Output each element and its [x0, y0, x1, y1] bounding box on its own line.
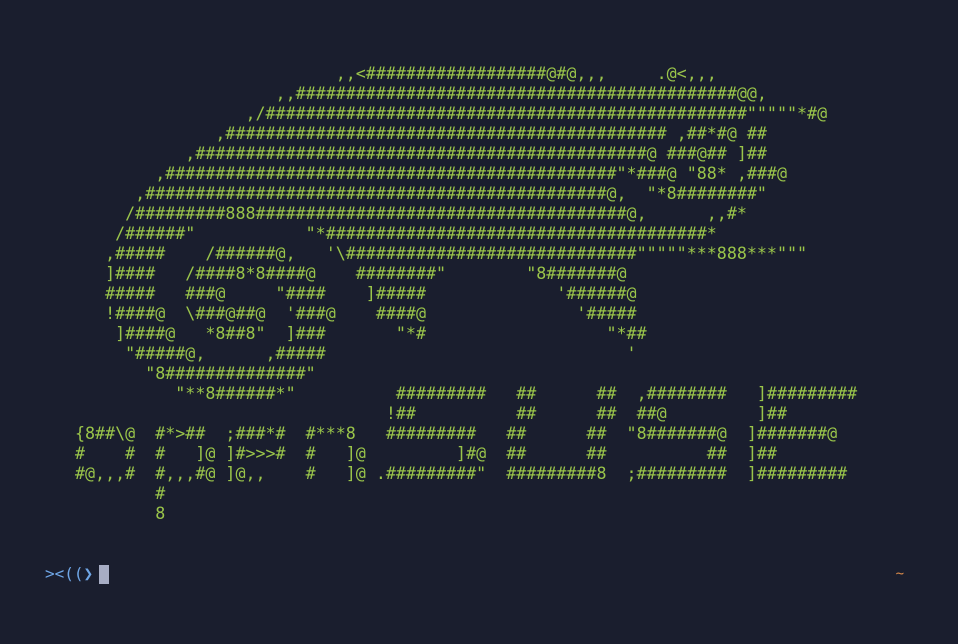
command-prompt[interactable]: ><((❯ — [45, 564, 110, 584]
current-directory-indicator: ~ — [895, 566, 904, 582]
ascii-art-banner: ,,<##################@#@,,, .@<,,, ,,###… — [75, 64, 858, 523]
text-cursor — [99, 564, 110, 584]
terminal-window[interactable]: ,,<##################@#@,,, .@<,,, ,,###… — [0, 0, 958, 644]
prompt-symbol: ><((❯ — [45, 564, 94, 583]
